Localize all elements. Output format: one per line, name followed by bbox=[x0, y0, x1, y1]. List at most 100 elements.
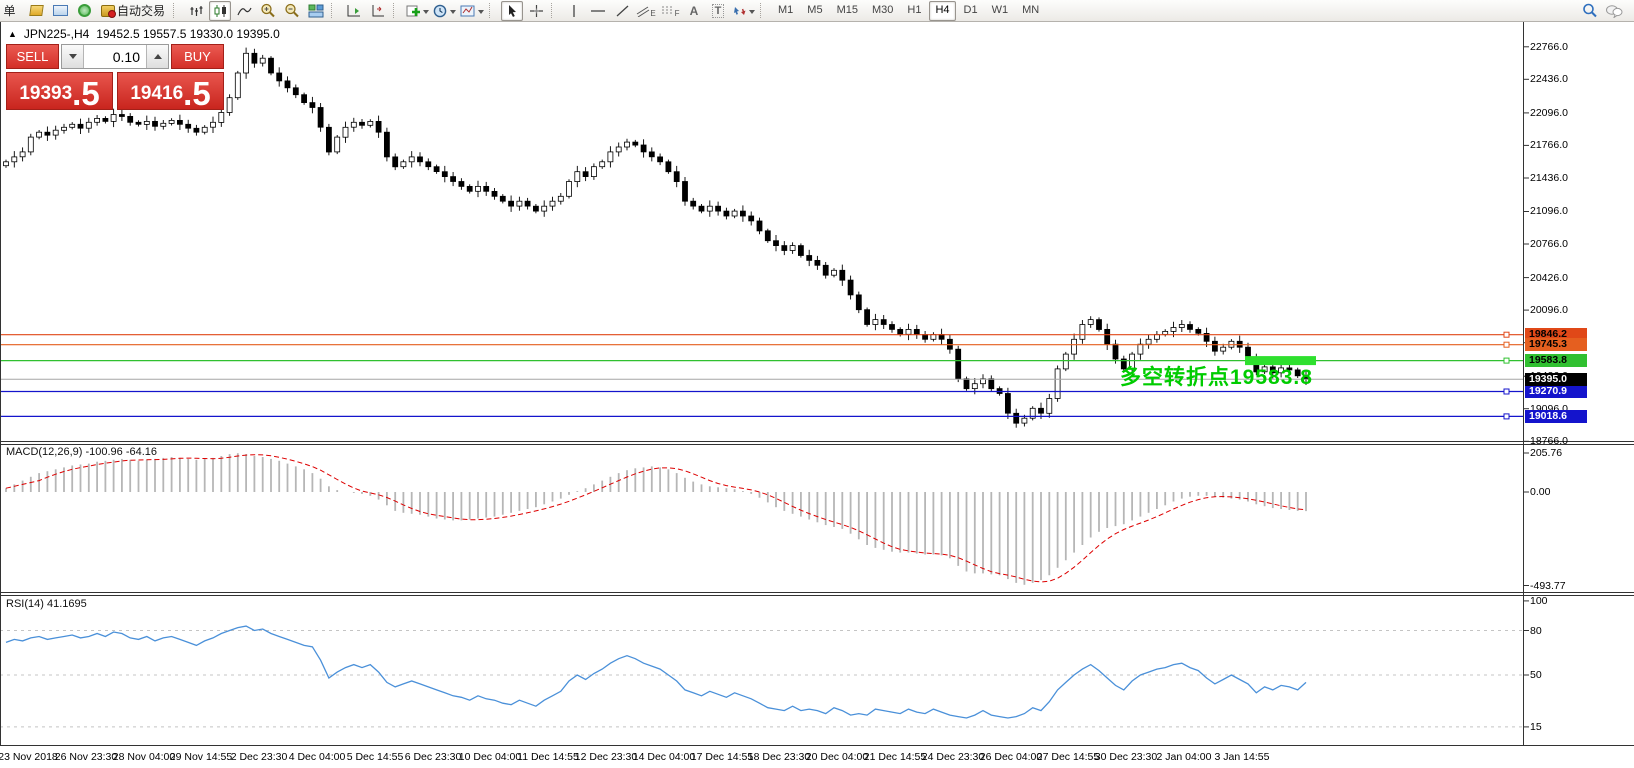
buy-price-pips: .5 bbox=[183, 80, 211, 108]
candle-body bbox=[277, 73, 282, 81]
toolbar-separator bbox=[551, 3, 559, 18]
candle-body bbox=[575, 172, 580, 182]
candle-body bbox=[467, 186, 472, 191]
toolbar: 单 自动交易 bbox=[0, 0, 1634, 22]
candle-body bbox=[128, 116, 133, 122]
candle-body bbox=[625, 142, 630, 147]
candle-body bbox=[674, 172, 679, 182]
terminal-monitor-icon[interactable] bbox=[49, 1, 71, 21]
candle-body bbox=[45, 132, 50, 135]
chart-canvas[interactable] bbox=[0, 0, 1634, 768]
sell-button[interactable]: SELL bbox=[6, 44, 59, 69]
candle-body bbox=[782, 246, 787, 251]
candle-body bbox=[161, 123, 166, 126]
buy-price-button[interactable]: 19416.5 bbox=[117, 72, 224, 110]
line-handle bbox=[1504, 332, 1509, 337]
volume-decrease-button[interactable] bbox=[62, 45, 84, 68]
price-tick: 21436.0 bbox=[1530, 172, 1568, 184]
vertical-line-tool-icon[interactable] bbox=[563, 1, 585, 21]
volume-input[interactable] bbox=[84, 45, 146, 68]
candle-body bbox=[53, 130, 58, 135]
gold-box-icon[interactable] bbox=[25, 1, 47, 21]
candle-body bbox=[1113, 344, 1118, 359]
application-window: ▲ JPN225-,H4 19452.5 19557.5 19330.0 193… bbox=[0, 0, 1634, 768]
arrows-tool-button[interactable] bbox=[731, 1, 756, 21]
x-axis-label: 18 Dec 23:30 bbox=[748, 751, 810, 763]
caret-up-icon bbox=[154, 50, 162, 59]
tab-timeframe-h1[interactable]: H1 bbox=[901, 1, 927, 21]
candle-body bbox=[484, 186, 489, 191]
autotrading-button[interactable]: 自动交易 bbox=[97, 1, 169, 21]
line-chart-mode-icon[interactable] bbox=[233, 1, 255, 21]
add-indicator-button[interactable] bbox=[405, 1, 430, 21]
fibo-letter: F bbox=[675, 9, 680, 18]
search-icon[interactable] bbox=[1579, 1, 1601, 21]
tile-windows-icon[interactable] bbox=[305, 1, 327, 21]
new-order-button[interactable]: 单 bbox=[1, 1, 23, 21]
candle-body bbox=[335, 137, 340, 152]
tab-timeframe-m15[interactable]: M15 bbox=[831, 1, 864, 21]
candle-body bbox=[177, 120, 182, 124]
tab-timeframe-m5[interactable]: M5 bbox=[801, 1, 828, 21]
x-axis-label: 4 Dec 04:00 bbox=[289, 751, 346, 763]
candle-body bbox=[1196, 329, 1201, 333]
candle-body bbox=[790, 246, 795, 251]
buy-button[interactable]: BUY bbox=[171, 44, 224, 69]
zoom-in-icon[interactable] bbox=[257, 1, 279, 21]
candle-body bbox=[823, 265, 828, 275]
candle-body bbox=[4, 162, 9, 166]
candle-body bbox=[219, 113, 224, 123]
candle-body bbox=[244, 53, 249, 73]
chat-icon[interactable] bbox=[1603, 1, 1625, 21]
candle-body bbox=[144, 121, 149, 124]
text-label-tool-icon[interactable]: T bbox=[707, 1, 729, 21]
tab-timeframe-h4[interactable]: H4 bbox=[929, 1, 955, 21]
chart-template-button[interactable] bbox=[459, 1, 485, 21]
zoom-out-icon[interactable] bbox=[281, 1, 303, 21]
chart-autoscroll-icon[interactable] bbox=[343, 1, 365, 21]
channel-tool-icon[interactable]: E bbox=[635, 1, 657, 21]
candle-body bbox=[525, 201, 530, 206]
toolbar-separator bbox=[489, 3, 497, 18]
text-tool-icon[interactable]: A bbox=[683, 1, 705, 21]
tab-timeframe-w1[interactable]: W1 bbox=[986, 1, 1015, 21]
tab-timeframe-d1[interactable]: D1 bbox=[958, 1, 984, 21]
symbol-header: ▲ JPN225-,H4 19452.5 19557.5 19330.0 193… bbox=[8, 27, 280, 41]
candle-body bbox=[351, 122, 356, 127]
cursor-icon[interactable] bbox=[501, 1, 523, 21]
timeframe-clock-button[interactable] bbox=[432, 1, 457, 21]
candle-body bbox=[409, 157, 414, 162]
horizontal-line-tool-icon[interactable] bbox=[587, 1, 609, 21]
candle-body bbox=[28, 137, 33, 152]
fibonacci-tool-icon[interactable]: F bbox=[659, 1, 681, 21]
tab-timeframe-m30[interactable]: M30 bbox=[866, 1, 899, 21]
x-axis-label: 10 Dec 04:00 bbox=[459, 751, 521, 763]
candle-body bbox=[451, 177, 456, 182]
candle-body bbox=[724, 211, 729, 216]
candle-body bbox=[1212, 341, 1217, 351]
x-axis-label: 2 Jan 04:00 bbox=[1157, 751, 1212, 763]
price-tick: 20096.0 bbox=[1530, 304, 1568, 316]
candle-body bbox=[1179, 325, 1184, 328]
sell-price-button[interactable]: 19393.5 bbox=[6, 72, 113, 110]
collapse-triangle-icon[interactable]: ▲ bbox=[8, 29, 17, 39]
bar-chart-mode-icon[interactable] bbox=[185, 1, 207, 21]
candle-body bbox=[492, 191, 497, 196]
volume-increase-button[interactable] bbox=[146, 45, 168, 68]
candle-body bbox=[1246, 347, 1251, 357]
candle-body bbox=[558, 196, 563, 201]
trendline-tool-icon[interactable] bbox=[611, 1, 633, 21]
tab-timeframe-mn[interactable]: MN bbox=[1016, 1, 1045, 21]
signal-icon[interactable] bbox=[73, 1, 95, 21]
candle-body bbox=[815, 260, 820, 265]
tab-timeframe-m1[interactable]: M1 bbox=[772, 1, 799, 21]
candle-body bbox=[856, 295, 861, 310]
chart-shift-icon[interactable] bbox=[367, 1, 389, 21]
crosshair-icon[interactable] bbox=[525, 1, 547, 21]
caret-down-icon bbox=[478, 10, 484, 17]
candle-body bbox=[567, 182, 572, 197]
candle-body bbox=[964, 379, 969, 389]
candlestick-mode-icon[interactable] bbox=[209, 1, 231, 21]
candle-body bbox=[368, 121, 373, 125]
x-axis-label: 3 Jan 14:55 bbox=[1215, 751, 1270, 763]
